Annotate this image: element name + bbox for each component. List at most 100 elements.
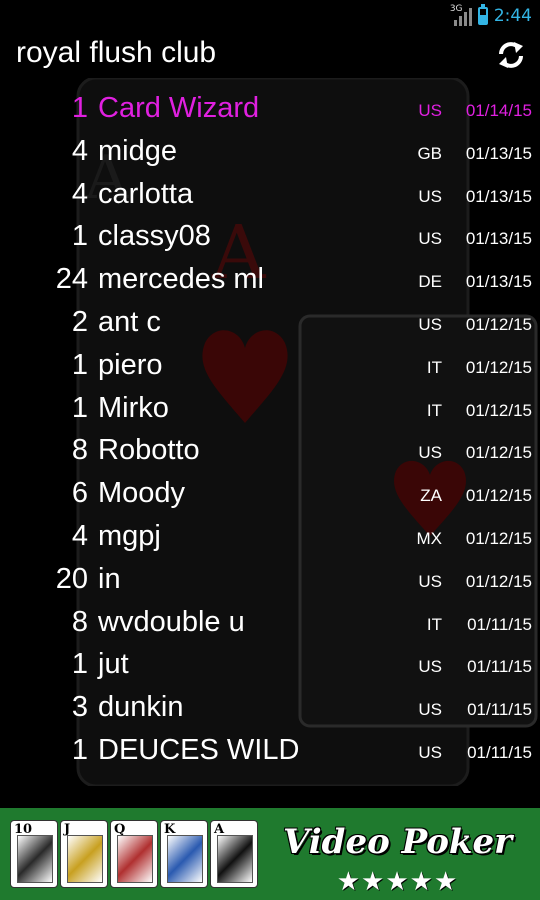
row-date: 01/12/15	[465, 314, 532, 334]
video-poker-banner[interactable]: 10 J Q K A Video Poker ★★★★★	[0, 808, 540, 900]
banner-card: Q	[110, 820, 158, 888]
country-code: US	[418, 101, 442, 120]
player-name: ant c	[98, 305, 161, 338]
rows-container: 1 Card Wizard US 01/14/15 4 midge GB 01/13/15 4 c…	[0, 88, 540, 773]
row-date: 01/14/15	[465, 101, 532, 120]
list-item[interactable]: 2 ant c US 01/12/15	[0, 302, 540, 345]
country-code: US	[418, 700, 442, 720]
country-code: IT	[426, 400, 442, 420]
list-item[interactable]: 4 mgpj MX 01/12/15	[0, 516, 540, 559]
spade-icon	[17, 835, 53, 883]
banner-card: J	[60, 820, 108, 888]
row-count: 4	[71, 134, 88, 167]
list-item[interactable]: 1 DEUCES WILD US 01/11/15	[0, 730, 540, 773]
player-name: Robotto	[98, 434, 200, 467]
player-name: jut	[98, 648, 129, 681]
list-item[interactable]: 4 midge GB 01/13/15	[0, 131, 540, 174]
leaderboard-list[interactable]: A A 1 Card Wizard US 01/14/15 4 midge GB 01/13/…	[0, 78, 540, 786]
banner-card: A	[210, 820, 258, 888]
status-bar: 3G 2:44	[0, 0, 540, 32]
player-name: piero	[98, 348, 163, 381]
row-date: 01/13/15	[465, 229, 532, 249]
spade-icon	[67, 835, 103, 883]
country-code: US	[418, 657, 442, 677]
row-date: 01/12/15	[465, 400, 532, 420]
list-item[interactable]: 3 dunkin US 01/11/15	[0, 687, 540, 730]
country-code: MX	[416, 528, 443, 548]
player-name: carlotta	[98, 177, 194, 210]
row-count: 8	[71, 605, 88, 638]
player-name: dunkin	[98, 691, 184, 724]
country-code: US	[418, 742, 442, 762]
row-count: 8	[71, 434, 88, 467]
row-date: 01/13/15	[465, 186, 532, 206]
row-date: 01/12/15	[465, 486, 532, 506]
row-date: 01/13/15	[465, 272, 532, 292]
player-name: Card Wizard	[98, 92, 260, 124]
country-code: US	[418, 571, 442, 591]
list-item[interactable]: 20 in US 01/12/15	[0, 559, 540, 602]
spade-icon	[217, 835, 253, 883]
player-name: mgpj	[98, 519, 161, 552]
row-date: 01/11/15	[467, 657, 532, 677]
row-count: 24	[55, 263, 88, 296]
list-item[interactable]: 1 Mirko IT 01/12/15	[0, 388, 540, 431]
row-count: 4	[71, 177, 88, 210]
player-name: wvdouble u	[98, 605, 245, 638]
video-poker-logo: Video Poker ★★★★★	[265, 822, 530, 896]
banner-card: 10	[10, 820, 58, 888]
player-name: mercedes ml	[98, 263, 264, 296]
player-name: Moody	[98, 477, 186, 510]
list-item[interactable]: 1 jut US 01/11/15	[0, 644, 540, 687]
banner-logo-text: Video Poker	[282, 822, 513, 862]
list-item[interactable]: 1 Card Wizard US 01/14/15	[0, 88, 540, 131]
spade-icon	[117, 835, 153, 883]
row-date: 01/11/15	[467, 614, 532, 634]
page-title: royal flush club	[16, 36, 217, 69]
row-count: 1	[71, 733, 88, 766]
refresh-icon[interactable]	[496, 40, 526, 70]
country-code: US	[418, 186, 442, 206]
row-count: 1	[71, 348, 88, 381]
row-count: 6	[71, 477, 88, 510]
row-count: 2	[71, 305, 88, 338]
player-name: classy08	[98, 220, 211, 253]
action-bar: royal flush club	[0, 32, 540, 78]
spade-icon	[167, 835, 203, 883]
row-count: 4	[71, 519, 88, 552]
list-item[interactable]: 8 wvdouble u IT 01/11/15	[0, 602, 540, 645]
row-date: 01/11/15	[467, 742, 532, 762]
player-name: Mirko	[98, 391, 169, 424]
network-type-label: 3G	[449, 4, 463, 14]
row-date: 01/12/15	[465, 528, 532, 548]
country-code: US	[418, 229, 442, 249]
row-date: 01/12/15	[465, 443, 532, 463]
rating-stars: ★★★★★	[336, 866, 459, 896]
row-date: 01/12/15	[465, 357, 532, 377]
row-date: 01/12/15	[465, 571, 532, 591]
battery-icon	[477, 4, 488, 25]
player-name: DEUCES WILD	[98, 733, 300, 766]
signal-icon: 3G	[449, 4, 472, 26]
country-code: GB	[417, 143, 442, 163]
country-code: IT	[426, 357, 442, 377]
row-date: 01/13/15	[465, 143, 532, 163]
row-count: 20	[55, 562, 88, 595]
list-item[interactable]: 24 mercedes ml DE 01/13/15	[0, 259, 540, 302]
player-name: in	[98, 562, 121, 595]
list-item[interactable]: 8 Robotto US 01/12/15	[0, 430, 540, 473]
list-item[interactable]: 6 Moody ZA 01/12/15	[0, 473, 540, 516]
list-item[interactable]: 4 carlotta US 01/13/15	[0, 174, 540, 217]
list-item[interactable]: 1 classy08 US 01/13/15	[0, 216, 540, 259]
status-clock: 2:44	[493, 6, 532, 26]
country-code: DE	[418, 272, 442, 292]
status-icons: 3G 2:44	[450, 4, 532, 28]
banner-cards: 10 J Q K A	[10, 820, 258, 888]
row-count: 1	[71, 220, 88, 253]
country-code: ZA	[420, 486, 442, 506]
row-count: 1	[71, 648, 88, 681]
country-code: US	[418, 314, 442, 334]
row-count: 1	[71, 391, 88, 424]
list-item[interactable]: 1 piero IT 01/12/15	[0, 345, 540, 388]
country-code: IT	[426, 614, 442, 634]
